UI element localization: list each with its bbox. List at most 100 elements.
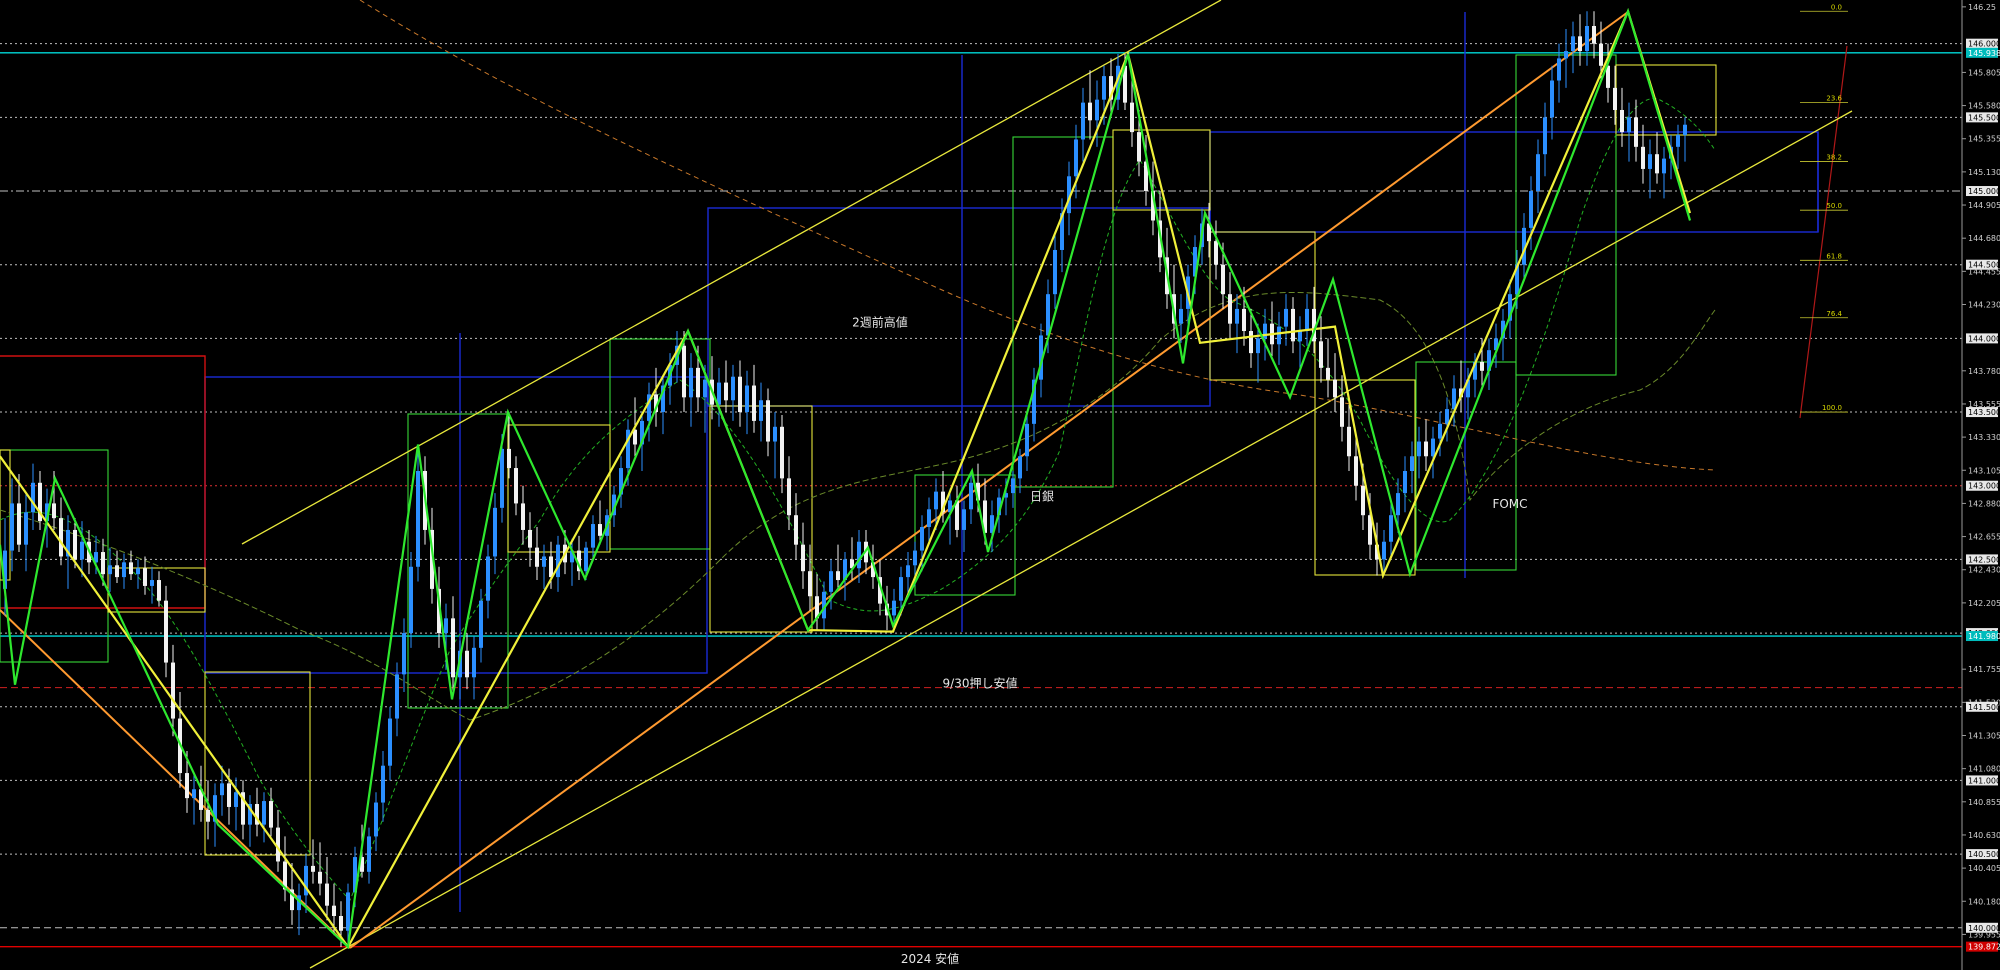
candle-body: [122, 562, 126, 578]
price-axis-label: 139.955: [1968, 930, 2000, 939]
candle: [1270, 301, 1274, 357]
candle-body: [1641, 146, 1645, 169]
price-axis-label: 143.105: [1968, 466, 2000, 475]
candle-body: [332, 905, 336, 916]
candle-body: [549, 556, 553, 578]
candle: [1459, 360, 1463, 413]
candle-body: [717, 382, 721, 405]
price-axis-label: 140.180: [1968, 897, 2000, 906]
candle: [1585, 11, 1589, 66]
price-axis-tag-label: 145.000: [1968, 187, 2000, 196]
candle: [794, 493, 798, 560]
candle: [1655, 132, 1659, 184]
candle-body: [234, 792, 238, 807]
candle: [10, 478, 14, 572]
price-axis-tag-label: 139.872: [1968, 943, 2000, 952]
candle-body: [1431, 438, 1435, 457]
blue-range-box: [204, 376, 708, 674]
candle-body: [1095, 99, 1099, 121]
candle-body: [1655, 154, 1659, 174]
candle-body: [52, 503, 56, 519]
candle-body: [1081, 102, 1085, 140]
candle-body: [1585, 26, 1589, 52]
price-axis-tag-label: 141.500: [1968, 703, 2000, 712]
price-axis-tag-label: 143.500: [1968, 408, 2000, 417]
candle: [619, 456, 623, 508]
candle-body: [1179, 308, 1183, 324]
orange-trendline: [349, 11, 1629, 949]
candle-body: [402, 633, 406, 675]
candle: [388, 706, 392, 781]
candle-body: [1235, 308, 1239, 324]
candle: [136, 559, 140, 589]
candle: [577, 535, 581, 581]
candle: [1214, 220, 1218, 280]
candle-body: [1396, 493, 1400, 516]
price-axis-tag-label: 141.980: [1968, 632, 2000, 641]
price-axis-label: 143.780: [1968, 367, 2000, 376]
candle-body: [808, 571, 812, 597]
candle-body: [465, 650, 469, 678]
candle: [402, 618, 406, 693]
candle-body: [542, 556, 546, 567]
candle-body: [1347, 426, 1351, 457]
candle-body: [1403, 471, 1407, 494]
candle: [38, 471, 42, 530]
candle: [367, 827, 371, 884]
candle-body: [451, 618, 455, 678]
candle: [325, 857, 329, 921]
candle: [122, 553, 126, 589]
candle-body: [962, 509, 966, 530]
candle: [1179, 294, 1183, 343]
candle-body: [1053, 249, 1057, 295]
candle-body: [1102, 76, 1106, 100]
candle-body: [1298, 331, 1302, 342]
candle: [647, 382, 651, 442]
fib-level-label: 38.2: [1826, 154, 1842, 162]
price-axis-label: 141.755: [1968, 665, 2000, 674]
candle: [1417, 426, 1421, 479]
price-axis-tag-label: 140.500: [1968, 850, 2000, 859]
price-axis-label: 140.630: [1968, 831, 2000, 840]
price-chart: 0.0 23.6 38.2 50.0 61.8 76.4 100.0 2週前高値 9/30押し…: [0, 0, 2000, 970]
candle: [780, 415, 784, 494]
candle: [1683, 117, 1687, 162]
fib-level-label: 50.0: [1826, 202, 1842, 210]
candle-body: [444, 618, 448, 634]
candle-body: [185, 773, 189, 799]
candle-body: [486, 556, 490, 601]
candle: [1431, 426, 1435, 479]
candlesticks: [3, 11, 1687, 947]
moving-average-long: [359, 0, 1716, 471]
candle-body: [1564, 51, 1568, 59]
candle-body: [1571, 36, 1575, 52]
candle-body: [752, 385, 756, 421]
candle-body: [1480, 361, 1484, 371]
candle: [766, 388, 770, 457]
candle-body: [192, 789, 196, 799]
candle-body: [73, 529, 77, 560]
candle-body: [1333, 379, 1337, 398]
candle: [24, 493, 28, 572]
candle: [486, 544, 490, 619]
candle-body: [1319, 341, 1323, 368]
candle-body: [780, 426, 784, 479]
candle-body: [1627, 117, 1631, 133]
price-axis-label: 141.080: [1968, 765, 2000, 774]
candle: [1319, 316, 1323, 383]
candle-body: [1445, 409, 1449, 424]
candle: [1347, 404, 1351, 472]
price-axis-label: 142.430: [1968, 566, 2000, 575]
candle: [1445, 397, 1449, 442]
candle: [1088, 70, 1092, 140]
candle: [1564, 28, 1568, 88]
candle: [1550, 65, 1554, 140]
candle: [108, 547, 112, 592]
candle-body: [969, 482, 973, 510]
candle-body: [913, 550, 917, 566]
candle: [836, 544, 840, 589]
channel-upper-line: [241, 0, 1222, 545]
candle-body: [227, 783, 231, 807]
price-axis-label: 144.905: [1968, 201, 2000, 210]
candle: [143, 556, 147, 595]
